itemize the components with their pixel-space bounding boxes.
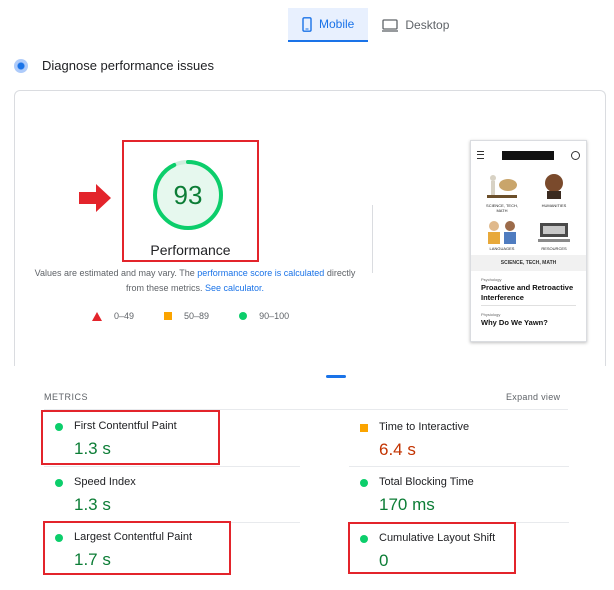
legend-item-poor: 0–49 xyxy=(92,311,134,321)
tile-label-humanities: HUMANITIES xyxy=(541,203,567,208)
note-text-1: Values are estimated and may vary. The xyxy=(34,268,198,278)
resources-illustration-icon xyxy=(538,223,570,242)
tab-desktop-label: Desktop xyxy=(405,18,450,32)
tab-mobile[interactable]: Mobile xyxy=(288,8,369,42)
average-square-icon xyxy=(360,424,368,432)
thumb-header xyxy=(477,149,580,161)
humanities-illustration-icon xyxy=(545,174,563,199)
page-screenshot-thumbnail: SCIENCE, TECH, MATH HUMANITIES LANGUAGES… xyxy=(470,140,587,342)
highlight-box-fcp xyxy=(41,410,220,465)
tile-label-science: SCIENCE, TECH, MATH xyxy=(486,203,518,213)
tab-desktop[interactable]: Desktop xyxy=(368,8,463,42)
metrics-row-divider xyxy=(349,466,569,467)
science-illustration-icon xyxy=(487,175,517,198)
expand-view-button[interactable]: Expand view xyxy=(506,392,560,402)
metric-value: 170 ms xyxy=(379,495,435,514)
section-title: Diagnose performance issues xyxy=(42,58,214,73)
thumb-kicker-2: Physiology xyxy=(481,312,501,317)
highlight-box-cls xyxy=(348,522,516,574)
estimate-note: Values are estimated and may vary. The p… xyxy=(30,266,360,296)
scroll-indicator xyxy=(326,375,346,378)
tile-label-resources: RESOURCES xyxy=(541,246,567,251)
languages-illustration-icon xyxy=(488,221,516,244)
section-header: Diagnose performance issues xyxy=(14,58,214,73)
device-tabs: Mobile Desktop xyxy=(288,8,463,42)
metrics-title: METRICS xyxy=(44,392,88,402)
circle-icon xyxy=(239,312,248,320)
metrics-row-divider xyxy=(44,466,300,467)
menu-icon xyxy=(477,151,484,159)
score-calculation-link[interactable]: performance score is calculated xyxy=(197,268,324,278)
calculator-link[interactable]: See calculator. xyxy=(205,283,264,293)
highlight-box-lcp xyxy=(43,521,231,575)
vertical-divider xyxy=(372,205,373,273)
arrow-right-icon xyxy=(79,184,111,212)
legend-item-average: 50–89 xyxy=(164,311,209,321)
good-circle-icon xyxy=(360,479,368,487)
square-icon xyxy=(164,312,173,320)
score-legend: 0–49 50–89 90–100 xyxy=(92,311,319,321)
thumb-section-band: SCIENCE, TECH, MATH xyxy=(471,255,586,271)
redacted-logo xyxy=(501,150,554,160)
metric-total-blocking-time: Total Blocking Time 170 ms xyxy=(349,476,599,518)
highlight-box-score xyxy=(122,140,259,262)
search-icon xyxy=(571,150,580,160)
metric-time-to-interactive: Time to Interactive 6.4 s xyxy=(349,421,599,463)
legend-item-good: 90–100 xyxy=(239,311,289,321)
metric-name: Speed Index xyxy=(74,476,136,488)
tile-label-languages: LANGUAGES xyxy=(489,246,515,251)
thumb-kicker-1: Psychology xyxy=(481,277,502,282)
good-circle-icon xyxy=(55,479,63,487)
metric-name: Total Blocking Time xyxy=(379,476,474,488)
metric-speed-index: Speed Index 1.3 s xyxy=(44,476,294,518)
metric-value: 1.3 s xyxy=(74,495,111,514)
legend-label-good: 90–100 xyxy=(259,311,290,321)
metric-name: Time to Interactive xyxy=(379,421,470,433)
mobile-phone-icon xyxy=(302,16,312,32)
triangle-icon xyxy=(92,311,102,321)
status-dot-icon xyxy=(14,58,28,73)
legend-label-average: 50–89 xyxy=(184,311,210,321)
thumb-headline-1: Proactive and Retroactive Interference xyxy=(481,283,574,302)
desktop-monitor-icon xyxy=(382,18,399,32)
legend-label-poor: 0–49 xyxy=(114,311,135,321)
thumb-rule xyxy=(481,305,576,306)
thumb-headline-2: Why Do We Yawn? xyxy=(481,318,548,327)
tab-mobile-label: Mobile xyxy=(319,17,355,31)
metric-value: 6.4 s xyxy=(379,440,416,459)
